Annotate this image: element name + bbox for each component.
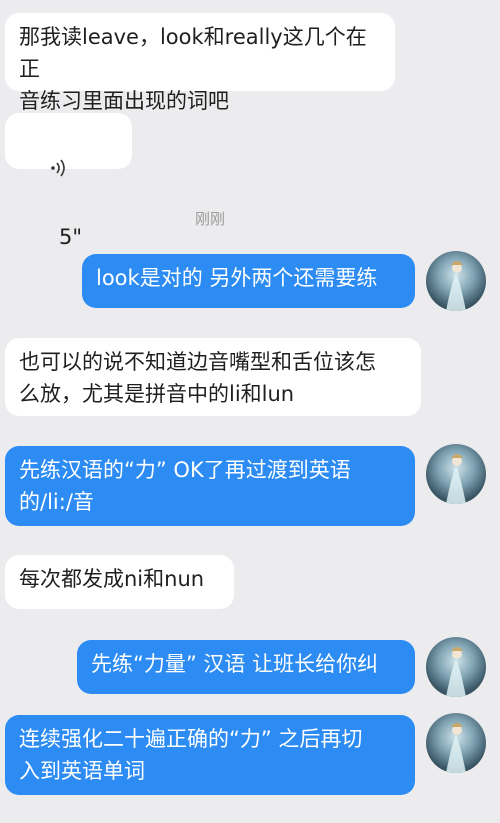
avatar[interactable]	[426, 251, 486, 311]
message-bubble-incoming[interactable]: 那我读leave，look和really这几个在正 音练习里面出现的词吧	[5, 13, 395, 113]
message-bubble-incoming[interactable]: 每次都发成ni和nun	[5, 555, 234, 609]
message-text: 每次都发成ni和nun	[19, 567, 205, 591]
timestamp: 刚刚	[194, 210, 225, 228]
message-bubble-incoming[interactable]: 也可以的说不知道边音嘴型和舌位该怎 么放，尤其是拼音中的li和lun	[5, 338, 421, 416]
voice-message-bubble[interactable]: 5"	[5, 113, 132, 249]
avatar-image	[446, 454, 466, 504]
avatar-image	[446, 723, 466, 773]
message-text: 先练“力量” 汉语 让班长给你纠	[91, 652, 379, 676]
message-bubble-outgoing[interactable]: 先练汉语的“力” OK了再过渡到英语 的/li:/音	[5, 446, 415, 526]
avatar[interactable]	[426, 713, 486, 773]
avatar[interactable]	[426, 637, 486, 697]
message-text: 也可以的说不知道边音嘴型和舌位该怎 么放，尤其是拼音中的li和lun	[19, 350, 376, 406]
message-text: look是对的 另外两个还需要练	[96, 266, 378, 290]
message-bubble-outgoing[interactable]: look是对的 另外两个还需要练	[82, 254, 415, 308]
avatar-image	[446, 261, 466, 311]
message-text: 先练汉语的“力” OK了再过渡到英语 的/li:/音	[19, 458, 351, 514]
avatar[interactable]	[426, 444, 486, 504]
message-bubble-outgoing[interactable]: 连续强化二十遍正确的“力” 之后再切 入到英语单词	[5, 715, 415, 795]
voice-wave-icon	[21, 124, 70, 220]
message-text: 连续强化二十遍正确的“力” 之后再切 入到英语单词	[19, 727, 363, 783]
message-text: 那我读leave，look和really这几个在正 音练习里面出现的词吧	[19, 25, 367, 113]
avatar-image	[446, 647, 466, 697]
message-bubble-outgoing[interactable]: 先练“力量” 汉语 让班长给你纠	[77, 640, 415, 694]
